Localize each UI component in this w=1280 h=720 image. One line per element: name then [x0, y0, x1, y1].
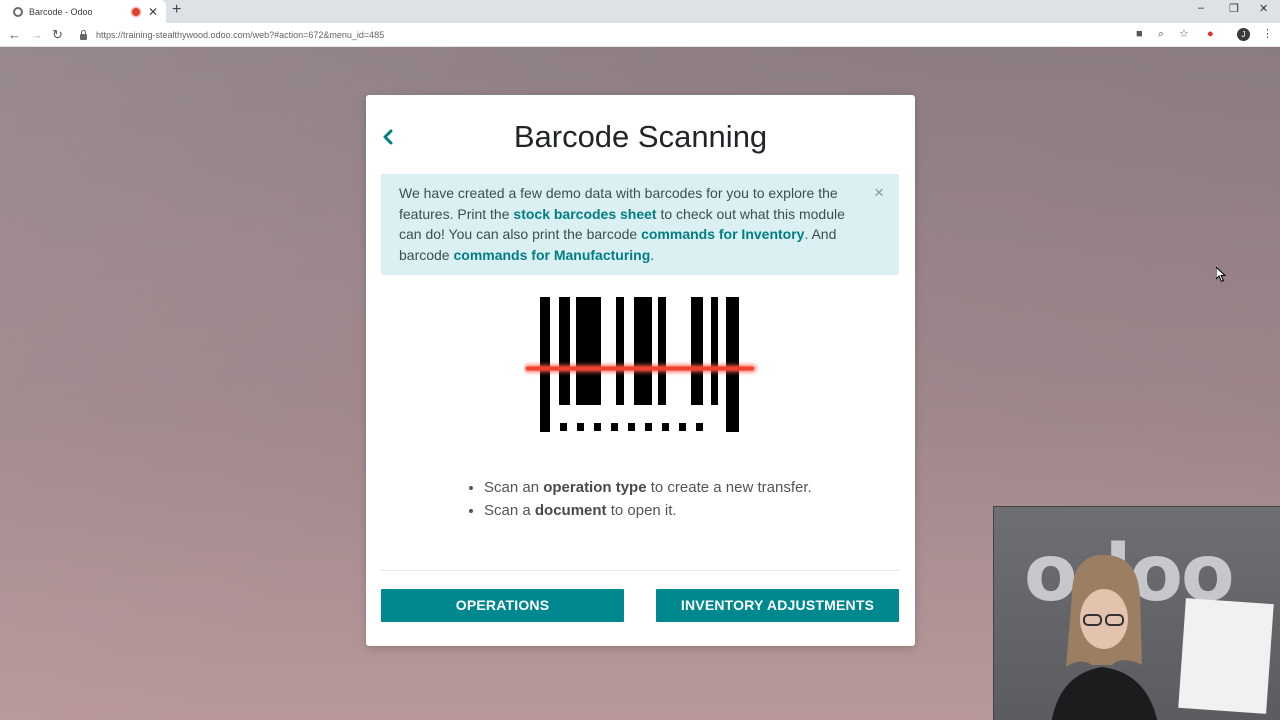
url-text[interactable]: https://training-stealthywood.odoo.com/w… — [96, 30, 384, 40]
profile-avatar[interactable]: J — [1237, 28, 1250, 41]
page-title: Barcode Scanning — [513, 119, 768, 154]
alert-close-icon[interactable]: × — [874, 183, 884, 203]
minimize-window-icon[interactable]: – — [1198, 2, 1204, 14]
divider — [381, 570, 899, 571]
stock-barcodes-sheet-link[interactable]: stock barcodes sheet — [513, 206, 656, 222]
lock-icon — [80, 29, 87, 40]
demo-data-alert: We have created a few demo data with bar… — [381, 174, 899, 275]
browser-tab-strip: Barcode - Odoo ✕ + – ❐ ✕ — [0, 0, 1280, 23]
camera-icon[interactable]: ■ — [1136, 27, 1143, 41]
restore-window-icon[interactable]: ❐ — [1229, 2, 1239, 15]
forward-arrow-icon[interactable]: → — [30, 26, 43, 44]
address-bar[interactable]: https://training-stealthywood.odoo.com/w… — [76, 26, 1196, 44]
printed-barcode-sheet-image — [1178, 598, 1274, 714]
barcode-scanning-panel: Barcode Scanning We have created a few d… — [366, 95, 915, 646]
alert-text: . — [650, 247, 655, 264]
operations-button[interactable]: OPERATIONS — [381, 589, 624, 622]
back-arrow-icon[interactable]: ← — [8, 26, 21, 44]
commands-manufacturing-link[interactable]: commands for Manufacturing — [453, 247, 650, 263]
zoom-icon[interactable]: ⌕ — [1158, 27, 1164, 41]
webcam-overlay: odoo — [993, 506, 1280, 720]
inventory-adjustments-button[interactable]: INVENTORY ADJUSTMENTS — [656, 589, 899, 622]
recording-indicator-icon — [131, 7, 140, 16]
mouse-cursor-icon — [1216, 267, 1226, 283]
browser-toolbar: ← → ↻ https://training-stealthywood.odoo… — [0, 23, 1280, 47]
new-tab-button[interactable]: + — [172, 1, 181, 19]
bookmark-star-icon[interactable]: ☆ — [1179, 27, 1189, 41]
tab-close-icon[interactable]: ✕ — [148, 6, 158, 18]
tab-title: Barcode - Odoo — [29, 6, 93, 17]
extension-icon[interactable]: ● — [1207, 27, 1214, 41]
list-item: Scan an operation type to create a new t… — [468, 476, 812, 499]
menu-kebab-icon[interactable]: ⋮ — [1262, 27, 1273, 41]
barcode-scanner-illustration-icon — [524, 297, 756, 432]
list-item: Scan a document to open it. — [468, 499, 812, 522]
commands-inventory-link[interactable]: commands for Inventory — [641, 226, 804, 242]
scan-instructions-list: Scan an operation type to create a new t… — [468, 476, 812, 522]
browser-tab[interactable]: Barcode - Odoo ✕ — [0, 0, 166, 23]
presenter-image — [1051, 555, 1158, 720]
reload-icon[interactable]: ↻ — [52, 26, 63, 44]
odoo-favicon-icon — [13, 6, 23, 17]
close-window-icon[interactable]: ✕ — [1259, 2, 1268, 15]
